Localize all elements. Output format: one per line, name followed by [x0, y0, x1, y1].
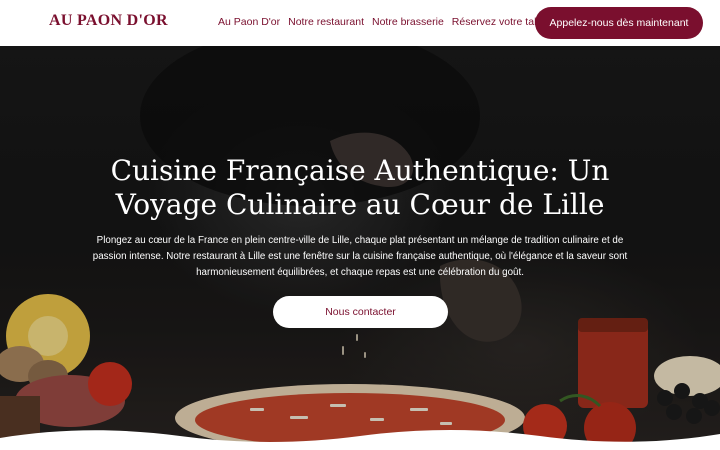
hero-section: Cuisine Française Authentique: Un Voyage… — [0, 46, 720, 450]
nav-link-reservez-votre-table[interactable]: Réservez votre table — [452, 16, 548, 28]
nav-link-au-paon-dor[interactable]: Au Paon D'or — [218, 16, 280, 28]
call-now-button[interactable]: Appelez-nous dès maintenant — [535, 7, 703, 39]
site-logo[interactable]: AU PAON D'OR — [49, 12, 168, 30]
main-nav: Au Paon D'or Notre restaurant Notre bras… — [218, 16, 548, 28]
hero-wave-divider — [0, 430, 720, 450]
hero-title: Cuisine Française Authentique: Un Voyage… — [110, 154, 610, 221]
nav-link-notre-brasserie[interactable]: Notre brasserie — [372, 16, 444, 28]
hero-description: Plongez au cœur de la France en plein ce… — [92, 235, 628, 278]
nav-link-notre-restaurant[interactable]: Notre restaurant — [288, 16, 364, 28]
site-header: AU PAON D'OR Au Paon D'or Notre restaura… — [0, 0, 720, 46]
contact-button[interactable]: Nous contacter — [273, 296, 448, 328]
